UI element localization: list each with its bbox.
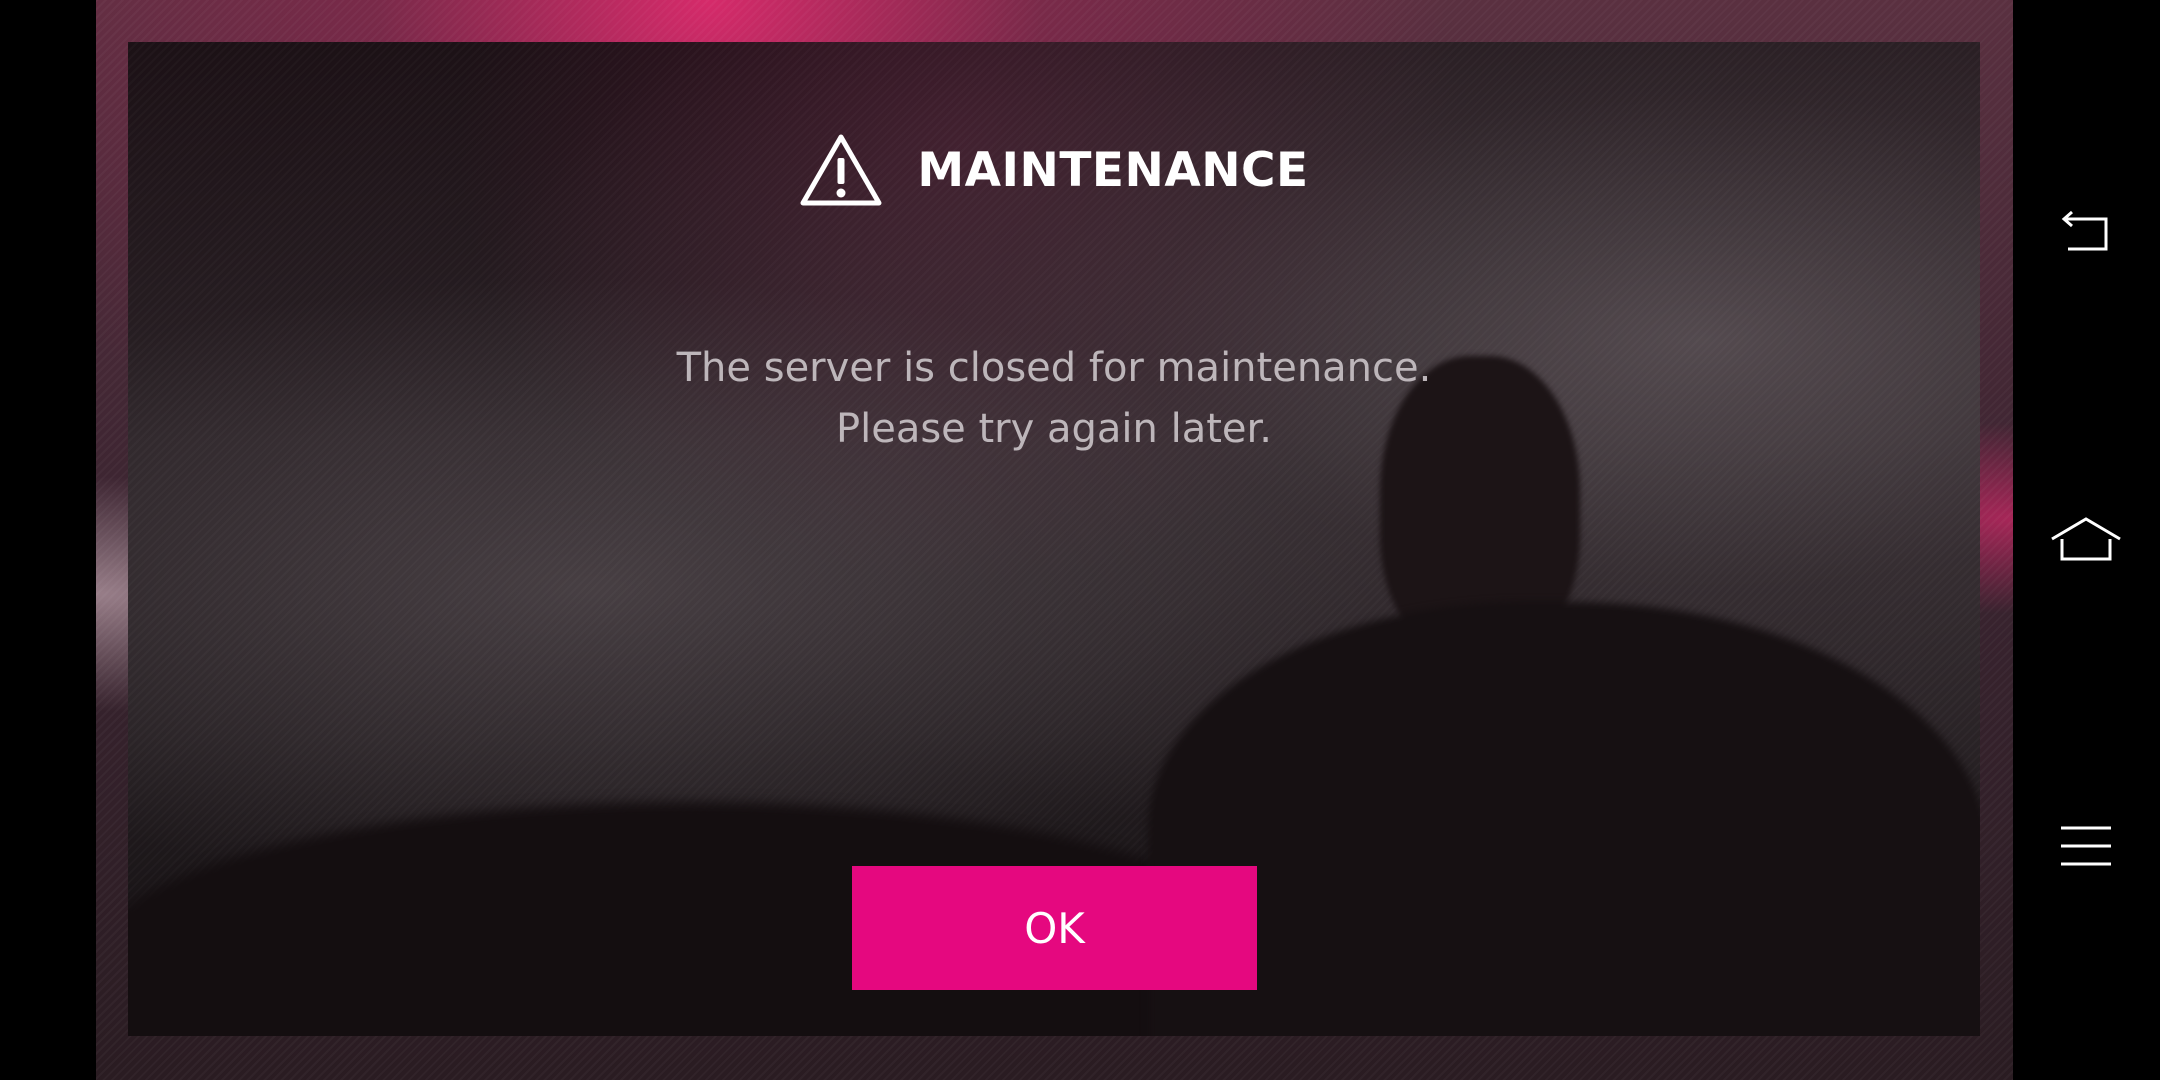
back-button[interactable] xyxy=(2046,192,2126,272)
home-button[interactable] xyxy=(2046,500,2126,580)
warning-triangle-icon xyxy=(800,134,882,206)
back-icon xyxy=(2061,210,2108,251)
dialog-title: MAINTENANCE xyxy=(917,142,1309,198)
menu-icon xyxy=(2061,826,2111,866)
dialog-title-row: MAINTENANCE xyxy=(128,132,1980,208)
dialog-content: MAINTENANCE The server is closed for mai… xyxy=(128,42,1980,1036)
maintenance-dialog: MAINTENANCE The server is closed for mai… xyxy=(128,42,1980,1036)
android-nav-bar xyxy=(2013,0,2160,1080)
dialog-message: The server is closed for maintenance. Pl… xyxy=(128,338,1980,460)
message-line-2: Please try again later. xyxy=(835,406,1273,452)
message-line-1: The server is closed for maintenance. xyxy=(676,345,1432,391)
home-icon xyxy=(2051,517,2121,561)
menu-button[interactable] xyxy=(2046,806,2126,886)
ok-button[interactable]: OK xyxy=(852,866,1257,990)
screen: MAINTENANCE The server is closed for mai… xyxy=(0,0,2160,1080)
